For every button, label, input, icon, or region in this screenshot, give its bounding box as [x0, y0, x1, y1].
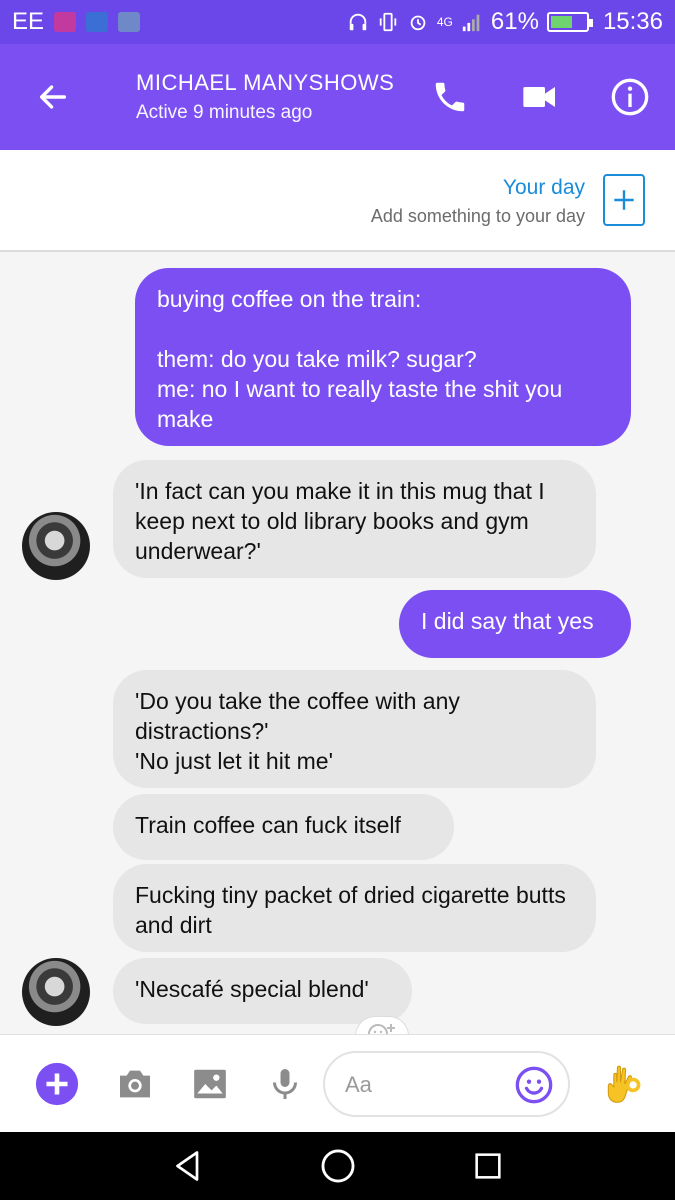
plus-icon: [614, 190, 634, 210]
gallery-button[interactable]: [185, 1059, 235, 1109]
square-recents-icon: [475, 1153, 501, 1179]
message-input-container[interactable]: [323, 1051, 570, 1117]
info-button[interactable]: [585, 44, 675, 150]
back-button[interactable]: [0, 44, 106, 150]
message-input[interactable]: [345, 1067, 515, 1103]
clock: 15:36: [602, 8, 663, 35]
video-call-button[interactable]: [495, 44, 585, 150]
notification-app-icon: [54, 12, 77, 32]
ok-hand-icon: [607, 1065, 641, 1103]
smiley-icon: [515, 1066, 553, 1104]
status-bar: EE 4G 61% 15:36: [0, 0, 675, 44]
contact-info[interactable]: MICHAEL MANYSHOWS Active 9 minutes ago: [106, 70, 405, 124]
arrow-left-icon: [39, 85, 67, 109]
contact-status: Active 9 minutes ago: [136, 102, 313, 123]
message-incoming[interactable]: Train coffee can fuck itself: [113, 794, 454, 860]
signal-icon: [461, 11, 483, 33]
conversation-header: MICHAEL MANYSHOWS Active 9 minutes ago: [0, 44, 675, 150]
circle-home-icon: [321, 1149, 355, 1183]
video-camera-icon: [523, 87, 555, 107]
system-navigation-bar: [0, 1132, 675, 1200]
nav-recents-button[interactable]: [468, 1148, 508, 1184]
smiley-plus-icon: [368, 1024, 395, 1034]
message-incoming[interactable]: Fucking tiny packet of dried cigarette b…: [113, 864, 596, 952]
battery-icon: [546, 12, 593, 32]
plus-circle-icon: [35, 1062, 79, 1106]
alarm-icon: [407, 11, 429, 33]
camera-icon: [120, 1070, 150, 1098]
message-incoming[interactable]: 'Do you take the coffee with any distrac…: [113, 670, 596, 788]
message-outgoing[interactable]: I did say that yes: [399, 590, 631, 658]
microphone-icon: [273, 1069, 297, 1099]
contact-avatar[interactable]: [22, 958, 90, 1026]
call-button[interactable]: [405, 44, 495, 150]
more-actions-button[interactable]: [32, 1059, 82, 1109]
headphones-icon: [347, 11, 369, 33]
battery-percent: 61%: [490, 8, 539, 35]
voice-record-button[interactable]: [260, 1059, 310, 1109]
emoji-button[interactable]: [514, 1065, 554, 1105]
composer-bar: [0, 1034, 675, 1132]
camera-button[interactable]: [110, 1059, 160, 1109]
contact-name: MICHAEL MANYSHOWS: [136, 70, 395, 95]
your-day-title[interactable]: Your day: [371, 176, 585, 200]
nav-back-button[interactable]: [168, 1148, 208, 1184]
add-reaction-button[interactable]: [355, 1016, 409, 1034]
vibrate-icon: [377, 11, 399, 33]
notification-sync-icon: [86, 12, 109, 32]
contact-avatar[interactable]: [22, 512, 90, 580]
message-list[interactable]: buying coffee on the train: them: do you…: [0, 252, 675, 1034]
your-day-banner[interactable]: Your day Add something to your day: [0, 150, 675, 252]
notification-gallery-icon: [118, 12, 141, 32]
message-incoming[interactable]: 'In fact can you make it in this mug tha…: [113, 460, 596, 578]
add-to-day-button[interactable]: [603, 174, 645, 226]
image-icon: [194, 1069, 226, 1099]
message-outgoing[interactable]: buying coffee on the train: them: do you…: [135, 268, 631, 446]
info-icon: [611, 78, 649, 116]
quick-reaction-button[interactable]: [598, 1059, 648, 1109]
triangle-back-icon: [176, 1151, 199, 1181]
your-day-subtitle: Add something to your day: [370, 206, 585, 226]
network-type-label: 4G: [436, 15, 453, 29]
phone-icon: [435, 82, 465, 112]
message-incoming[interactable]: 'Nescafé special blend': [113, 958, 412, 1024]
carrier-label: EE: [12, 8, 45, 35]
nav-home-button[interactable]: [318, 1148, 358, 1184]
